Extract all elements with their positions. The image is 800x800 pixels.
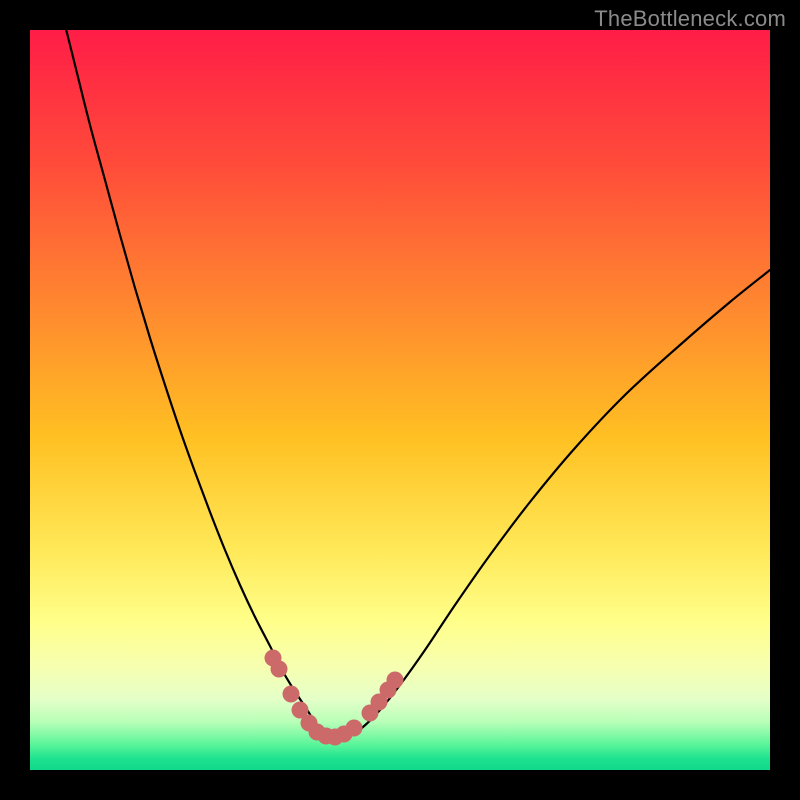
marker-point	[387, 672, 404, 689]
marker-point	[346, 720, 363, 737]
curve-layer	[30, 30, 770, 770]
watermark-text: TheBottleneck.com	[594, 6, 786, 32]
plot-area	[30, 30, 770, 770]
chart-frame: TheBottleneck.com	[0, 0, 800, 800]
marker-point	[283, 686, 300, 703]
highlight-markers	[265, 650, 404, 746]
bottleneck-curve	[60, 30, 770, 738]
marker-point	[271, 661, 288, 678]
